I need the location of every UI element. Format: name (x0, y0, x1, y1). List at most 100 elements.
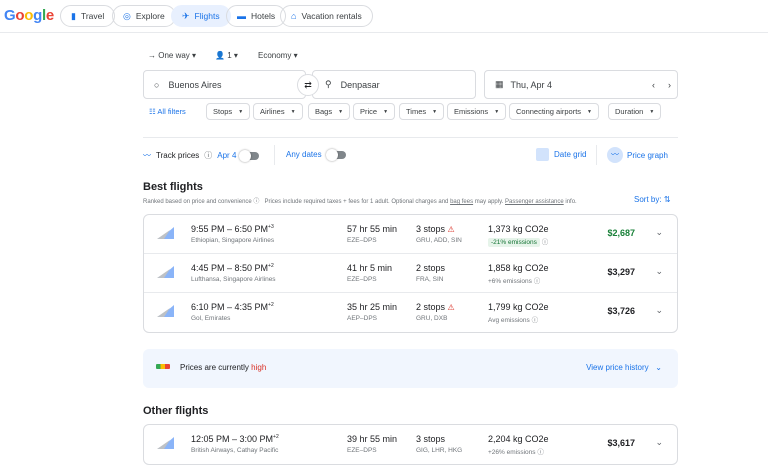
track-date-toggle[interactable] (239, 149, 260, 162)
warning-icon: ⚠ (447, 225, 455, 234)
cabin-select[interactable]: Economy ▾ (258, 51, 298, 60)
price: $3,617 (607, 438, 635, 448)
filter-connecting-airports[interactable]: Connecting airports ▼ (509, 103, 599, 120)
price-insight-banner: Prices are currently high View price his… (143, 349, 678, 388)
destination-input[interactable]: ⚲ Denpasar (312, 70, 476, 99)
emissions-comparison: -21% emissions (488, 238, 540, 247)
chevron-down-icon[interactable]: ⌄ (655, 437, 663, 448)
circle-icon: ○ (154, 79, 160, 90)
track-prices-label: Track prices (156, 151, 200, 160)
price: $2,687 (607, 228, 635, 238)
filter-duration[interactable]: Duration ▼ (608, 103, 662, 120)
flight-times: 9:55 PM – 6:50 PM (191, 224, 269, 234)
next-date-icon[interactable]: › (668, 80, 671, 90)
chevron-down-icon[interactable]: ⌄ (655, 266, 663, 277)
tab-hotels[interactable]: ▬ Hotels (226, 5, 287, 27)
person-icon: 👤 (215, 51, 225, 60)
passenger-assistance-link[interactable]: Passenger assistance (505, 199, 564, 205)
filter-times[interactable]: Times ▼ (399, 103, 445, 120)
co2-emissions: 1,858 kg CO2e (488, 263, 549, 273)
flight-row[interactable]: 9:55 PM – 6:50 PM+3 Ethiopian, Singapore… (144, 215, 677, 254)
date-grid-icon (536, 148, 549, 161)
departure-date-input[interactable]: ▦ Thu, Apr 4 ‹ › (484, 70, 678, 99)
view-price-history-button[interactable]: View price history ⌄ (586, 363, 662, 372)
chevron-down-icon: ⌄ (655, 363, 662, 372)
co2-emissions: 1,373 kg CO2e (488, 224, 549, 234)
info-icon[interactable]: ⓘ (532, 317, 539, 324)
calendar-icon: ▦ (495, 79, 504, 89)
airline-logo-icon (157, 437, 174, 449)
info-icon[interactable]: ⓘ (253, 199, 259, 205)
price: $3,726 (607, 306, 635, 316)
tab-vacation-rentals[interactable]: ⌂ Vacation rentals (280, 5, 373, 27)
other-flights-heading: Other flights (143, 405, 209, 417)
passengers-select[interactable]: 👤 1 ▾ (215, 51, 238, 60)
info-icon[interactable]: ⓘ (537, 449, 544, 456)
info-icon[interactable]: ⓘ (204, 150, 212, 161)
duration: 35 hr 25 min (347, 302, 398, 312)
airline-logo-icon (157, 227, 174, 239)
route: EZE–DPS (347, 276, 377, 283)
sort-icon: ⇅ (663, 195, 671, 204)
sort-by-button[interactable]: Sort by: ⇅ (634, 195, 671, 204)
stops: 3 stops (416, 434, 446, 444)
price-level: high (251, 363, 267, 372)
filter-price[interactable]: Price ▼ (353, 103, 396, 120)
day-offset: +3 (268, 224, 274, 230)
bag-fees-link[interactable]: bag fees (450, 199, 473, 205)
divider (596, 145, 597, 165)
trip-type-select[interactable]: → One way ▾ (148, 51, 196, 60)
price-graph-button[interactable]: 〰 Price graph (607, 147, 668, 163)
flight-row[interactable]: 12:05 PM – 3:00 PM+2 British Airways, Ca… (144, 425, 677, 464)
filter-stops[interactable]: Stops ▼ (206, 103, 251, 120)
price-level-icon (156, 364, 170, 369)
swap-icon[interactable]: ⇄ (297, 74, 319, 96)
top-bar: Google ▮ Travel ◎ Explore ✈ Flights ▬ Hotels… (0, 0, 768, 33)
stops: 2 stops (416, 302, 446, 312)
warning-icon: ⚠ (447, 303, 455, 312)
location-pin-icon: ⚲ (325, 79, 332, 89)
explore-icon: ◎ (123, 10, 131, 21)
layover-airports: GRU, ADD, SIN (416, 237, 462, 244)
chevron-down-icon[interactable]: ⌄ (655, 227, 663, 238)
airlines: Ethiopian, Singapore Airlines (191, 237, 275, 244)
origin-input[interactable]: ○ Buenos Aires (143, 70, 306, 99)
route: EZE–DPS (347, 237, 377, 244)
flight-row[interactable]: 4:45 PM – 8:50 PM+2 Lufthansa, Singapore… (144, 254, 677, 293)
chevron-down-icon[interactable]: ⌄ (655, 305, 663, 316)
tab-flights[interactable]: ✈ Flights (171, 5, 231, 27)
route: EZE–DPS (347, 447, 377, 454)
flight-times: 4:45 PM – 8:50 PM (191, 263, 269, 273)
duration: 39 hr 55 min (347, 434, 398, 444)
track-date-label: Apr 4 (217, 151, 237, 160)
duration: 57 hr 55 min (347, 224, 398, 234)
flight-row[interactable]: 6:10 PM – 4:35 PM+2 Gol, Emirates 35 hr … (144, 293, 677, 332)
tab-explore[interactable]: ◎ Explore (112, 5, 176, 27)
house-icon: ⌂ (291, 11, 297, 21)
airlines: Gol, Emirates (191, 315, 231, 322)
airlines: Lufthansa, Singapore Airlines (191, 276, 276, 283)
layover-airports: GRU, DXB (416, 315, 448, 322)
bed-icon: ▬ (237, 11, 246, 21)
price-graph-icon: 〰 (607, 147, 623, 163)
divider (143, 137, 678, 138)
airline-logo-icon (157, 266, 174, 278)
filter-bags[interactable]: Bags ▼ (308, 103, 351, 120)
filter-emissions[interactable]: Emissions ▼ (447, 103, 507, 120)
date-grid-button[interactable]: Date grid (536, 148, 586, 161)
filter-airlines[interactable]: Airlines ▼ (253, 103, 303, 120)
divider (274, 145, 275, 165)
previous-date-icon[interactable]: ‹ (652, 80, 655, 90)
other-flights-list: 12:05 PM – 3:00 PM+2 British Airways, Ca… (143, 424, 678, 465)
info-icon[interactable]: ⓘ (534, 278, 541, 285)
stops: 3 stops (416, 224, 446, 234)
google-logo[interactable]: Google (4, 7, 54, 24)
layover-airports: FRA, SIN (416, 276, 444, 283)
best-flights-heading: Best flights (143, 181, 203, 193)
stops: 2 stops (416, 263, 446, 273)
all-filters-button[interactable]: ☷ All filters (149, 107, 186, 116)
any-dates-toggle[interactable] (325, 148, 346, 161)
airlines: British Airways, Cathay Pacific (191, 447, 279, 454)
info-icon[interactable]: ⓘ (542, 239, 549, 246)
tab-travel[interactable]: ▮ Travel (60, 5, 116, 27)
